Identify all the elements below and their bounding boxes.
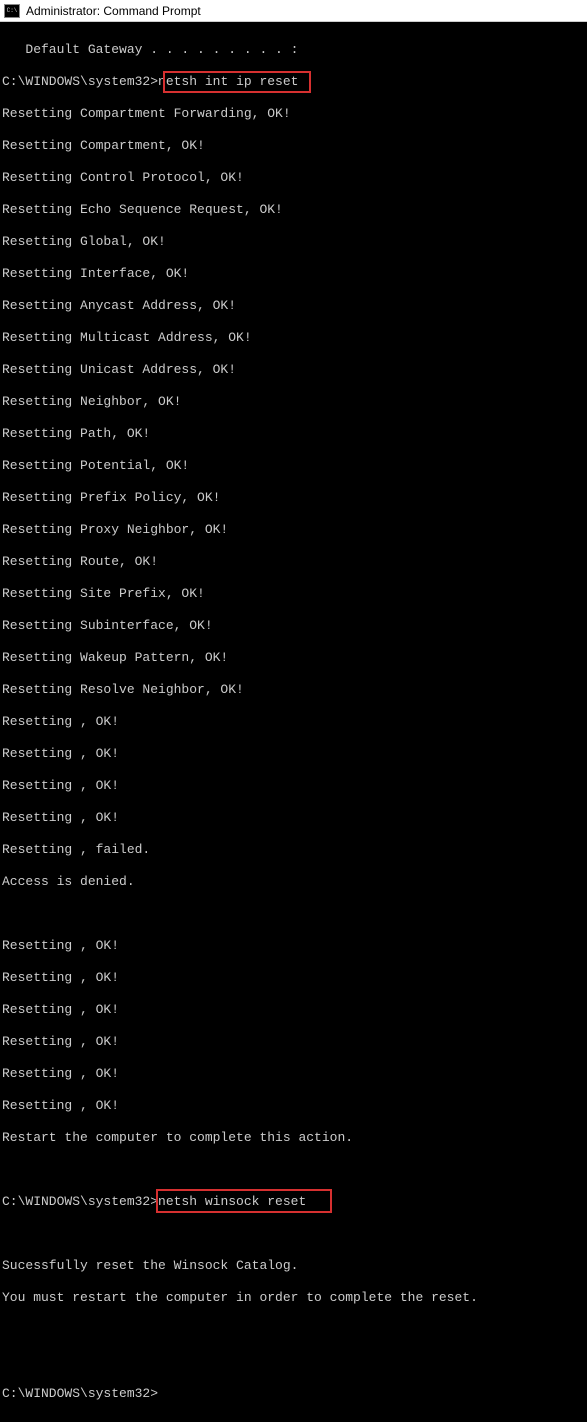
output-line: Resetting Subinterface, OK!	[2, 618, 585, 634]
output-line: Resetting , OK!	[2, 714, 585, 730]
prompt-path: C:\WINDOWS\system32>	[2, 74, 158, 89]
output-line: Resetting Echo Sequence Request, OK!	[2, 202, 585, 218]
terminal-output[interactable]: Default Gateway . . . . . . . . . : C:\W…	[0, 22, 587, 1422]
output-line: Resetting Resolve Neighbor, OK!	[2, 682, 585, 698]
output-line	[2, 1162, 585, 1178]
output-line: Access is denied.	[2, 874, 585, 890]
prompt-line: C:\WINDOWS\system32>netsh winsock reset	[2, 1194, 585, 1210]
command-text: netsh winsock reset	[158, 1194, 306, 1209]
output-line: Resetting , OK!	[2, 746, 585, 762]
output-line: Resetting , OK!	[2, 810, 585, 826]
output-line: Resetting , failed.	[2, 842, 585, 858]
output-line: Resetting Potential, OK!	[2, 458, 585, 474]
output-line	[2, 906, 585, 922]
prompt-path: C:\WINDOWS\system32>	[2, 1194, 158, 1209]
output-line: Resetting Multicast Address, OK!	[2, 330, 585, 346]
output-line: Resetting Proxy Neighbor, OK!	[2, 522, 585, 538]
window-title-bar[interactable]: Administrator: Command Prompt	[0, 0, 587, 22]
output-line: Resetting Route, OK!	[2, 554, 585, 570]
output-line: Resetting Prefix Policy, OK!	[2, 490, 585, 506]
output-line: Resetting , OK!	[2, 1066, 585, 1082]
output-line	[2, 1354, 585, 1370]
output-line: You must restart the computer in order t…	[2, 1290, 585, 1306]
window-title: Administrator: Command Prompt	[26, 4, 201, 18]
output-line: Restart the computer to complete this ac…	[2, 1130, 585, 1146]
output-line: Resetting Control Protocol, OK!	[2, 170, 585, 186]
output-line: Resetting Anycast Address, OK!	[2, 298, 585, 314]
output-line	[2, 1226, 585, 1242]
output-line: Resetting Compartment, OK!	[2, 138, 585, 154]
output-line: Resetting , OK!	[2, 938, 585, 954]
output-line: Resetting Compartment Forwarding, OK!	[2, 106, 585, 122]
output-line: Default Gateway . . . . . . . . . :	[2, 42, 585, 58]
output-line: Resetting Wakeup Pattern, OK!	[2, 650, 585, 666]
prompt-line: C:\WINDOWS\system32>	[2, 1386, 585, 1402]
output-line: Resetting Site Prefix, OK!	[2, 586, 585, 602]
output-line: Resetting , OK!	[2, 970, 585, 986]
output-line: Resetting , OK!	[2, 1034, 585, 1050]
output-line: Resetting Interface, OK!	[2, 266, 585, 282]
command-text: netsh int ip reset	[158, 74, 298, 89]
output-line: Resetting , OK!	[2, 778, 585, 794]
output-line: Resetting Neighbor, OK!	[2, 394, 585, 410]
output-line: Resetting Global, OK!	[2, 234, 585, 250]
prompt-line: C:\WINDOWS\system32>netsh int ip reset	[2, 74, 585, 90]
output-line: Resetting , OK!	[2, 1098, 585, 1114]
output-line: Sucessfully reset the Winsock Catalog.	[2, 1258, 585, 1274]
output-line: Resetting Unicast Address, OK!	[2, 362, 585, 378]
output-line: Resetting , OK!	[2, 1002, 585, 1018]
cmd-icon	[4, 4, 20, 18]
output-line: Resetting Path, OK!	[2, 426, 585, 442]
output-line	[2, 1322, 585, 1338]
